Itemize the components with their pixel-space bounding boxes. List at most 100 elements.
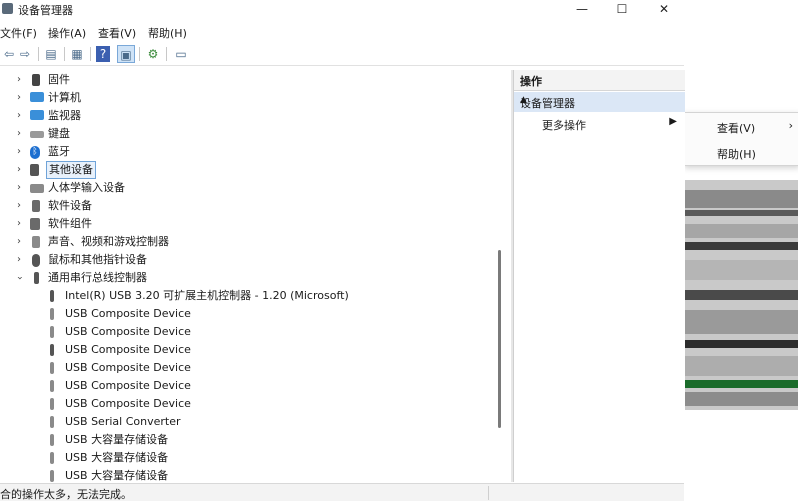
toolbar-separator <box>64 47 65 61</box>
tree-item-mice[interactable]: › 鼠标和其他指针设备 <box>0 251 500 269</box>
chevron-down-icon[interactable]: › <box>10 273 28 283</box>
bluetooth-icon: ᛒ <box>30 146 40 159</box>
tree-item-usb-controllers[interactable]: › 通用串行总线控制器 <box>0 269 500 287</box>
help-icon[interactable]: ? <box>96 46 110 62</box>
tree-item-label-selected: 其他设备 <box>46 161 96 179</box>
tree-item-label: 人体学输入设备 <box>48 181 125 194</box>
context-menu-view-label: 查看(V) <box>717 122 756 135</box>
chevron-right-icon: › <box>788 119 793 132</box>
chevron-right-icon[interactable]: › <box>14 143 24 161</box>
properties-icon[interactable]: ▤ <box>42 45 60 63</box>
tree-child-usb-serial[interactable]: USB Serial Converter <box>0 413 500 431</box>
tree-item-bluetooth[interactable]: › ᛒ 蓝牙 <box>0 143 500 161</box>
usb-device-icon <box>50 362 54 374</box>
update-driver-icon[interactable]: ▣ <box>117 45 135 63</box>
menu-action[interactable]: 操作(A) <box>48 25 86 41</box>
window-title: 设备管理器 <box>18 4 73 17</box>
tree-child-label: USB 大容量存储设备 <box>65 451 169 464</box>
toolbar-separator <box>38 47 39 61</box>
chevron-right-icon[interactable]: › <box>14 215 24 233</box>
actions-pane: 操作 设备管理器 ▲ 更多操作 ▶ <box>513 70 685 482</box>
tree-item-label: 通用串行总线控制器 <box>48 271 147 284</box>
tree-item-label: 键盘 <box>48 127 70 140</box>
maximize-button[interactable]: ☐ <box>602 0 642 18</box>
chevron-right-icon[interactable]: › <box>14 71 24 89</box>
tree-item-label: 鼠标和其他指针设备 <box>48 253 147 266</box>
show-hide-icon[interactable]: ▦ <box>68 45 86 63</box>
tree-item-firmware[interactable]: › 固件 <box>0 71 500 89</box>
tree-item-computer[interactable]: › 计算机 <box>0 89 500 107</box>
tree-child-usb-device[interactable]: USB Composite Device <box>0 341 500 359</box>
chevron-right-icon[interactable]: › <box>14 251 24 269</box>
tree-item-other-devices[interactable]: › 其他设备 <box>0 161 500 179</box>
tree-child-usb-storage[interactable]: USB 大容量存储设备 <box>0 467 500 482</box>
status-separator <box>488 486 489 500</box>
tree-child-label: USB Composite Device <box>65 397 191 410</box>
chevron-right-icon[interactable]: › <box>14 233 24 251</box>
tree-child-usb-device[interactable]: USB Composite Device <box>0 323 500 341</box>
tree-item-monitors[interactable]: › 监视器 <box>0 107 500 125</box>
chevron-right-icon[interactable]: › <box>14 197 24 215</box>
usb-device-icon <box>50 434 54 446</box>
context-menu-help[interactable]: 帮助(H) <box>685 141 798 165</box>
chevron-right-icon[interactable]: › <box>14 89 24 107</box>
tree-scrollbar-thumb[interactable] <box>498 250 501 428</box>
toolbar: ⇦ ⇨ ▤ ▦ ? ▣ ⚙ ▭ <box>0 43 684 66</box>
tree-item-keyboards[interactable]: › 键盘 <box>0 125 500 143</box>
tree-child-usb-host[interactable]: Intel(R) USB 3.20 可扩展主机控制器 - 1.20 (Micro… <box>0 287 500 305</box>
tree-child-usb-device[interactable]: USB Composite Device <box>0 305 500 323</box>
tree-child-label: Intel(R) USB 3.20 可扩展主机控制器 - 1.20 (Micro… <box>65 289 349 302</box>
audio-icon <box>32 236 40 248</box>
actions-section-device-manager[interactable]: 设备管理器 ▲ <box>514 92 685 112</box>
actions-more-button[interactable]: 更多操作 ▶ <box>514 114 685 134</box>
toolbar-separator <box>166 47 167 61</box>
tree-child-usb-device[interactable]: USB Composite Device <box>0 377 500 395</box>
usb-device-icon <box>50 344 54 356</box>
menu-file[interactable]: 文件(F) <box>0 25 37 41</box>
device-tree: › 固件 › 计算机 › 监视器 › 键盘 › ᛒ 蓝牙 › 其他设备 › 人体… <box>0 70 505 482</box>
tree-item-label: 软件组件 <box>48 217 92 230</box>
collapse-up-icon[interactable]: ▲ <box>520 95 679 105</box>
monitor-icon <box>30 110 44 120</box>
usb-device-icon <box>50 416 54 428</box>
context-menu-view[interactable]: 查看(V) › <box>685 115 798 139</box>
tree-item-audio[interactable]: › 声音、视频和游戏控制器 <box>0 233 500 251</box>
tree-item-software-components[interactable]: › 软件组件 <box>0 215 500 233</box>
tree-child-label: USB 大容量存储设备 <box>65 433 169 446</box>
monitor-icon[interactable]: ▭ <box>172 45 190 63</box>
software-component-icon <box>30 218 40 230</box>
tree-item-label: 计算机 <box>48 91 81 104</box>
usb-device-icon <box>50 470 54 482</box>
tree-item-label: 固件 <box>48 73 70 86</box>
menu-bar: 文件(F) 操作(A) 查看(V) 帮助(H) <box>0 22 684 42</box>
forward-icon[interactable]: ⇨ <box>16 45 34 63</box>
tree-child-label: USB Composite Device <box>65 361 191 374</box>
tree-item-hid[interactable]: › 人体学输入设备 <box>0 179 500 197</box>
tree-item-software-devices[interactable]: › 软件设备 <box>0 197 500 215</box>
toolbar-separator <box>139 47 140 61</box>
tree-child-label: USB Composite Device <box>65 343 191 356</box>
usb-device-icon <box>50 380 54 392</box>
usb-device-icon <box>50 308 54 320</box>
triangle-right-icon: ▶ <box>669 116 677 127</box>
chevron-right-icon[interactable]: › <box>14 161 24 179</box>
menu-help[interactable]: 帮助(H) <box>148 25 187 41</box>
chevron-right-icon[interactable]: › <box>14 125 24 143</box>
other-devices-icon <box>30 164 39 176</box>
close-button[interactable]: ✕ <box>644 0 684 18</box>
tree-child-usb-storage[interactable]: USB 大容量存储设备 <box>0 431 500 449</box>
toolbar-separator <box>90 47 91 61</box>
chevron-right-icon[interactable]: › <box>14 179 24 197</box>
hid-icon <box>30 184 44 193</box>
tree-child-usb-device[interactable]: USB Composite Device <box>0 395 500 413</box>
tree-item-label: 声音、视频和游戏控制器 <box>48 235 169 248</box>
menu-view[interactable]: 查看(V) <box>98 25 136 41</box>
scan-icon[interactable]: ⚙ <box>144 45 162 63</box>
usb-device-icon <box>50 452 54 464</box>
minimize-button[interactable]: — <box>562 0 602 18</box>
context-menu-help-label: 帮助(H) <box>717 148 756 161</box>
tree-child-usb-device[interactable]: USB Composite Device <box>0 359 500 377</box>
tree-child-label: USB 大容量存储设备 <box>65 469 169 482</box>
chevron-right-icon[interactable]: › <box>14 107 24 125</box>
tree-child-usb-storage[interactable]: USB 大容量存储设备 <box>0 449 500 467</box>
